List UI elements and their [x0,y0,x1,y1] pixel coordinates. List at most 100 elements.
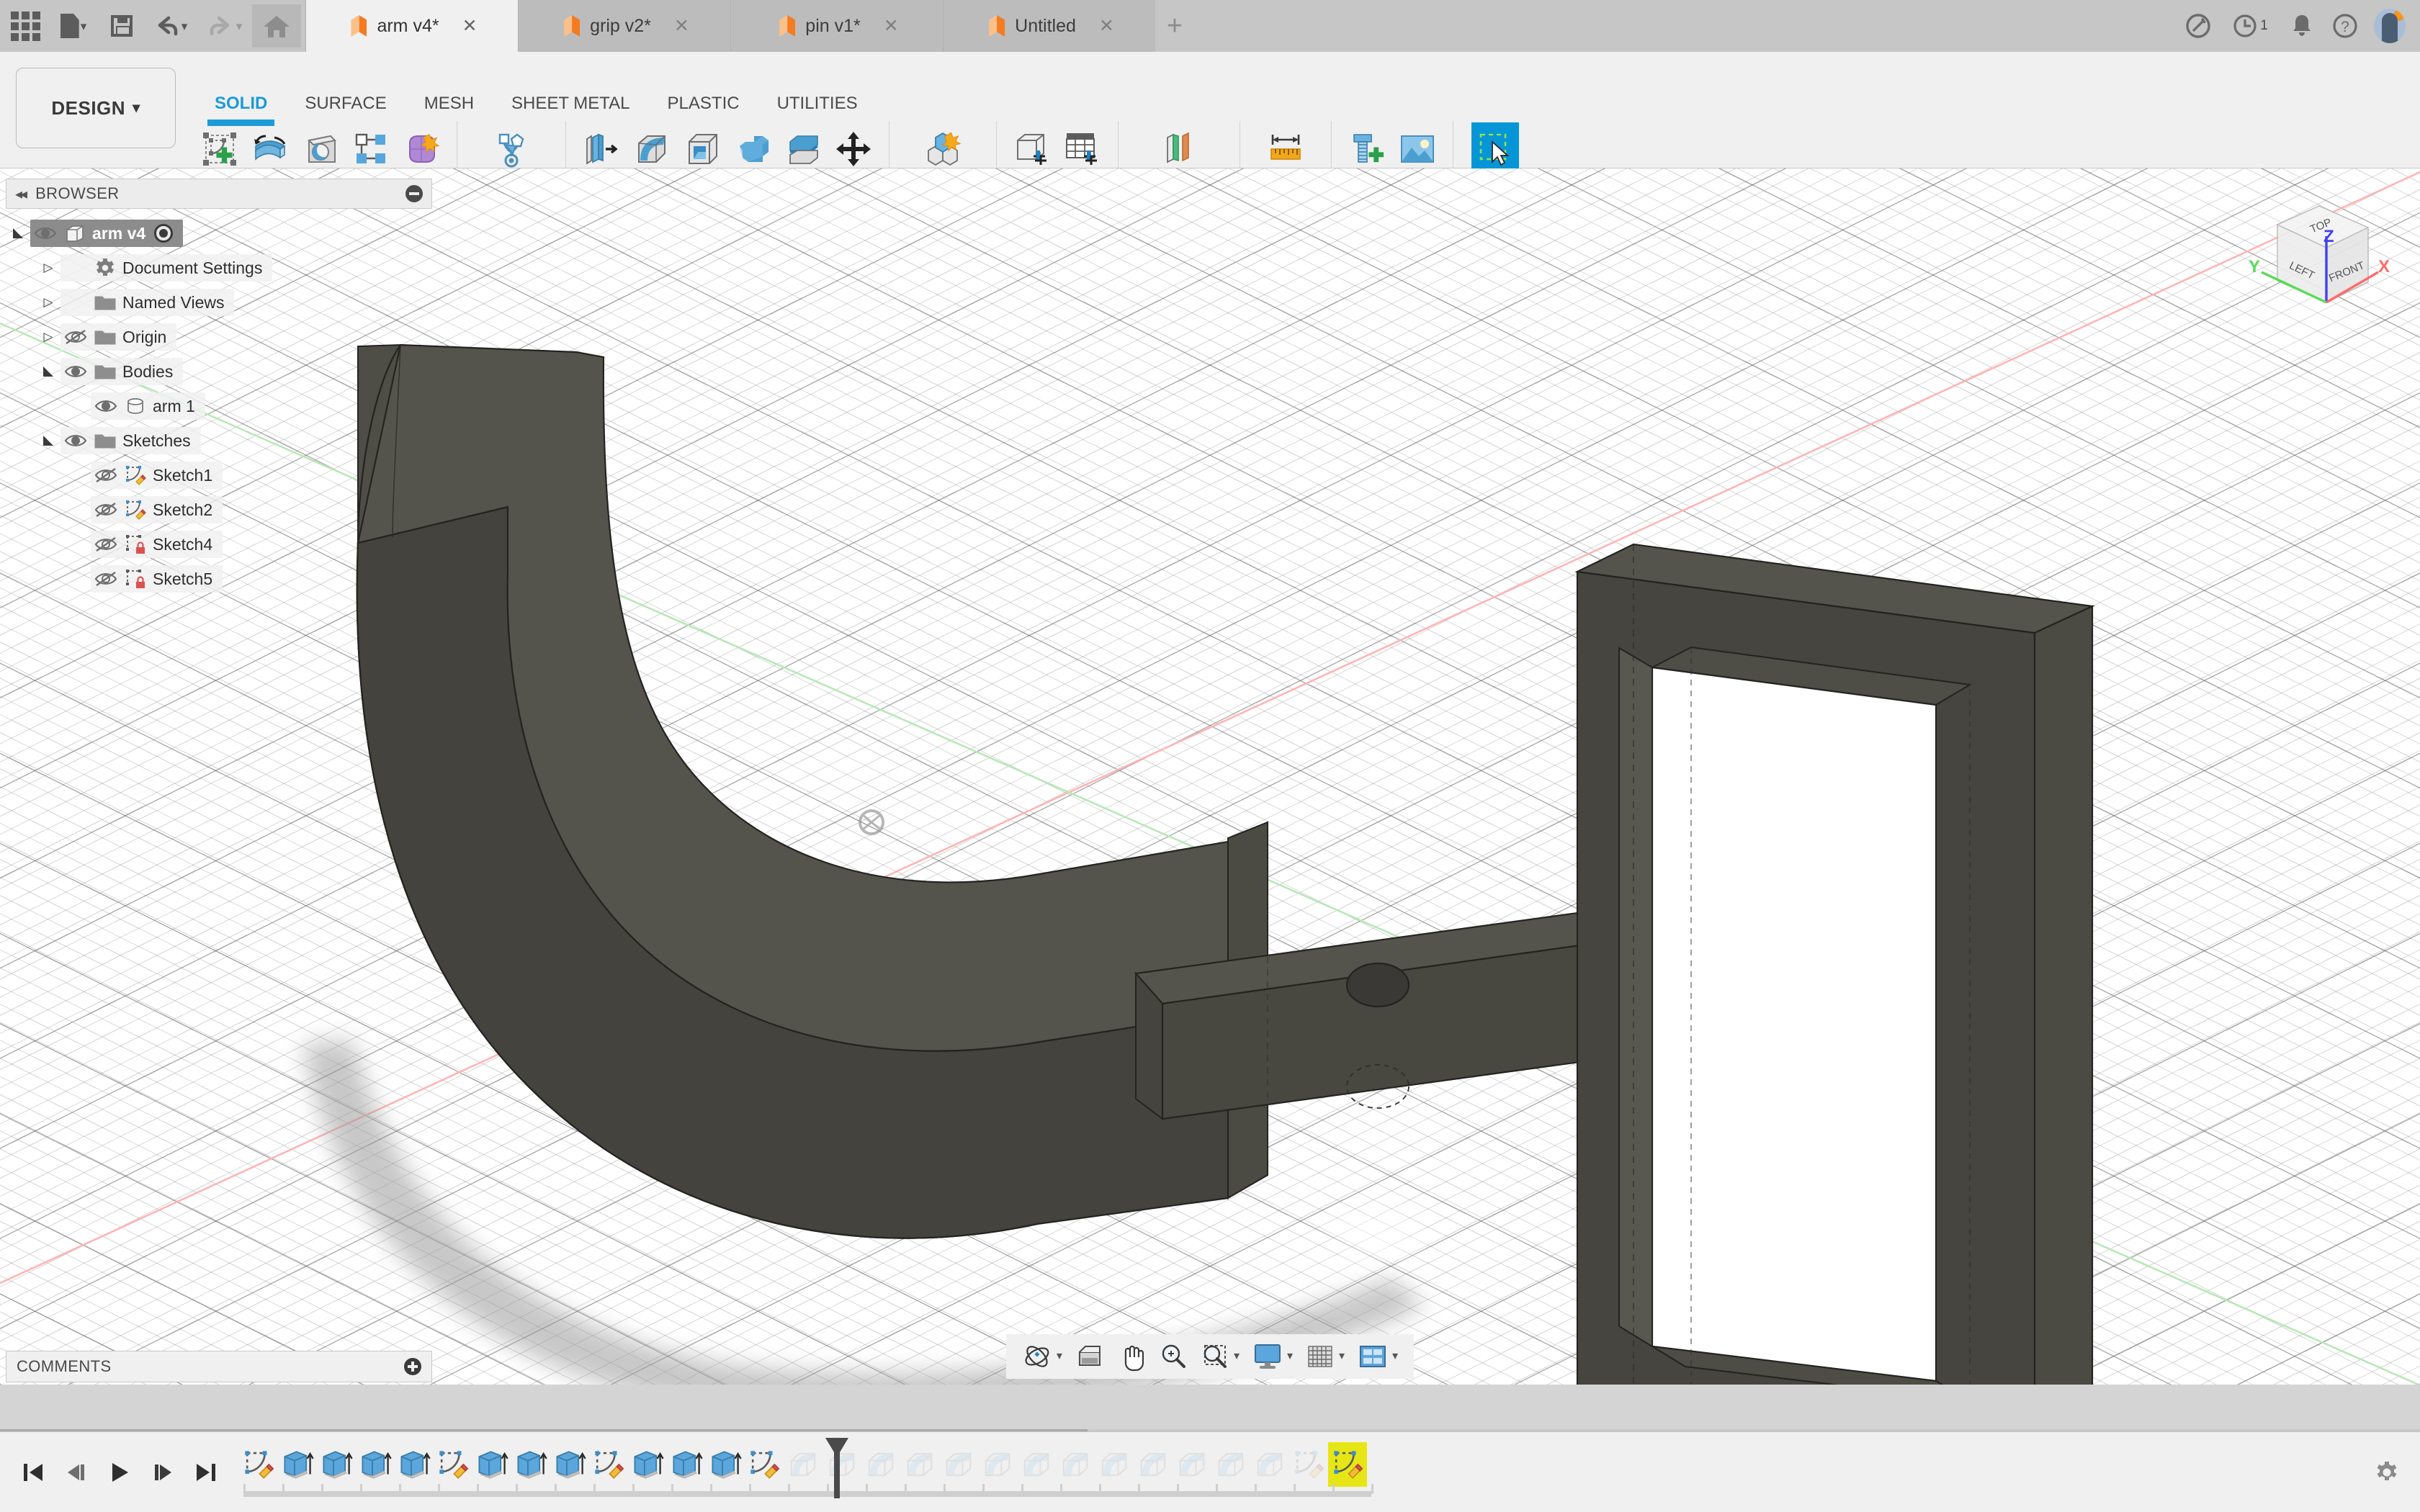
zoom-icon[interactable] [1153,1338,1193,1375]
ribbon-tab-mesh[interactable]: MESH [405,94,493,114]
combine-icon[interactable] [729,122,776,176]
timeline-feature[interactable] [550,1442,589,1487]
browser-tree-item[interactable]: Sketch2 [6,492,432,527]
create-sketch-icon[interactable] [196,122,243,176]
timeline-feature[interactable] [356,1442,395,1487]
close-icon[interactable]: ✕ [462,15,478,37]
insert-mcmaster-icon[interactable] [1343,122,1391,176]
look-at-icon[interactable] [1070,1338,1110,1375]
configuration-table-icon[interactable] [1059,122,1106,176]
close-icon[interactable]: ✕ [884,15,899,37]
browser-tree-item[interactable]: Sketches [6,423,432,458]
browser-tree-item[interactable]: Sketch5 [6,562,432,596]
timeline-feature[interactable] [317,1442,356,1487]
timeline-feature[interactable] [628,1442,667,1487]
view-cube[interactable]: TOP LEFT FRONT Z Y X [2234,197,2400,327]
browser-tree-item[interactable]: ▷ Named Views [6,285,432,320]
timeline-settings-gear-icon[interactable] [2374,1459,2400,1489]
job-status-icon[interactable]: 1 [2221,6,2279,46]
go-to-end-icon[interactable] [192,1458,220,1487]
close-icon[interactable]: ✕ [674,15,689,37]
new-component-icon[interactable] [919,122,967,176]
timeline-feature[interactable] [900,1442,939,1487]
play-icon[interactable] [105,1458,134,1487]
configure-design-icon[interactable] [1008,122,1056,176]
eye-hidden-icon[interactable] [91,536,121,553]
activate-component-radio[interactable] [154,224,174,243]
timeline-feature[interactable] [1250,1442,1289,1487]
bell-icon[interactable] [2282,6,2322,46]
eye-visible-icon[interactable] [91,397,121,415]
browser-tree-item[interactable]: ▷ Document Settings [6,251,432,285]
timeline-feature[interactable] [706,1442,745,1487]
eye-visible-icon[interactable] [30,225,60,242]
timeline-feature[interactable] [395,1442,434,1487]
browser-tree-item[interactable]: Sketch4 [6,527,432,562]
eye-hidden-icon[interactable] [91,570,121,588]
timeline-feature[interactable] [589,1442,628,1487]
automated-modeling-icon[interactable] [488,122,535,176]
home-icon[interactable] [252,4,301,48]
timeline-feature[interactable] [1211,1442,1250,1487]
timeline-feature[interactable] [939,1442,978,1487]
expand-arrow-icon[interactable]: ▷ [36,330,60,344]
workspace-switcher[interactable]: DESIGN ▾ [16,68,176,148]
browser-tree-item[interactable]: arm v4 [6,216,432,251]
offset-plane-icon[interactable] [1155,122,1203,176]
insert-canvas-icon[interactable] [1394,122,1441,176]
document-tab[interactable]: arm v4* ✕ [305,0,518,52]
timeline-feature[interactable] [1173,1442,1211,1487]
help-icon[interactable]: ? [2325,6,2365,46]
collapse-arrow-icon[interactable] [36,364,60,379]
timeline-track[interactable] [239,1432,2420,1512]
timeline-feature[interactable] [1328,1441,1367,1487]
measure-icon[interactable] [1262,122,1309,176]
step-back-icon[interactable] [62,1458,91,1487]
timeline-feature[interactable] [1134,1442,1173,1487]
timeline-feature[interactable] [1289,1442,1328,1487]
refresh-icon[interactable] [2178,6,2218,46]
collapse-arrow-icon[interactable] [6,226,30,240]
select-icon[interactable] [1471,122,1519,176]
plus-circle-icon[interactable] [404,1358,421,1375]
file-icon[interactable]: ▾ [46,4,101,48]
browser-tree-item[interactable]: arm 1 [6,389,432,423]
step-forward-icon[interactable] [148,1458,177,1487]
app-grid-icon[interactable] [4,4,46,48]
ribbon-tab-plastic[interactable]: PLASTIC [649,94,758,114]
timeline-feature[interactable] [1095,1442,1134,1487]
timeline-feature[interactable] [434,1442,472,1487]
timeline-marker[interactable] [824,1436,850,1498]
ribbon-tab-solid[interactable]: SOLID [196,94,286,126]
timeline-feature[interactable] [278,1442,317,1487]
browser-tree-item[interactable]: Sketch1 [6,458,432,492]
pattern-icon[interactable] [347,122,395,176]
browser-tree-item[interactable]: ▷ Origin [6,320,432,354]
close-icon[interactable]: ✕ [1099,15,1114,37]
timeline-feature[interactable] [1056,1442,1095,1487]
document-tab[interactable]: grip v2* ✕ [518,0,730,52]
comments-panel[interactable]: COMMENTS [6,1351,432,1382]
expand-arrow-icon[interactable]: ▷ [36,295,60,310]
timeline-feature[interactable] [472,1442,511,1487]
timeline-feature[interactable] [861,1442,900,1487]
fillet-icon[interactable] [628,122,676,176]
go-to-beginning-icon[interactable] [19,1458,48,1487]
eye-hidden-icon[interactable] [91,467,121,484]
timeline-feature[interactable] [1017,1442,1056,1487]
eye-visible-icon[interactable] [60,432,91,449]
timeline-feature[interactable] [784,1442,823,1487]
document-tab[interactable]: pin v1* ✕ [730,0,943,52]
ribbon-tab-surface[interactable]: SURFACE [286,94,405,114]
document-tab[interactable]: Untitled ✕ [943,0,1155,52]
ribbon-tab-utilities[interactable]: UTILITIES [758,94,877,114]
zoom-window-icon[interactable]: ▾ [1195,1338,1245,1375]
revolve-icon[interactable] [246,122,294,176]
timeline-feature[interactable] [239,1442,278,1487]
new-tab-button[interactable]: + [1155,0,1194,52]
eye-visible-icon[interactable] [60,363,91,380]
collapse-left-icon[interactable]: ◂◂ [15,185,27,203]
form-icon[interactable] [398,122,445,176]
minus-circle-icon[interactable] [405,185,423,202]
split-face-icon[interactable] [779,122,827,176]
